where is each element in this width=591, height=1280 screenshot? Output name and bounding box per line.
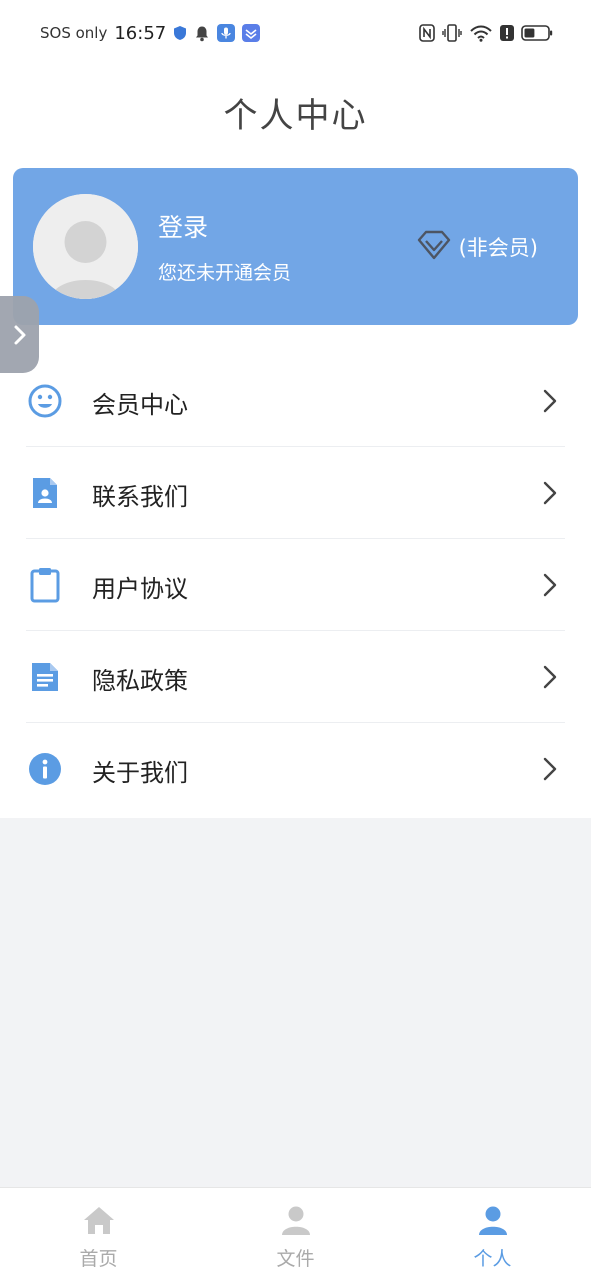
alert-icon: [500, 24, 514, 42]
tab-label: 首页: [79, 1248, 118, 1270]
vip-status-label: (非会员): [458, 236, 538, 260]
contact-card-icon: [28, 476, 62, 510]
nfc-icon: [419, 24, 435, 42]
status-bar-right: [419, 24, 553, 42]
menu-item-label: 关于我们: [92, 759, 188, 787]
smile-icon: [28, 384, 62, 418]
info-icon: [28, 752, 62, 786]
membership-status-text: 您还未开通会员: [158, 262, 292, 284]
tab-label: 文件: [276, 1248, 315, 1270]
chevron-right-icon: [543, 665, 557, 689]
avatar[interactable]: [33, 194, 138, 299]
menu-list: 会员中心 联系我们 用户协议 隐私政策 关于我们: [0, 355, 591, 815]
battery-icon: [521, 24, 553, 42]
app-notification-icon: [242, 24, 261, 42]
shield-icon: [173, 25, 187, 41]
page-header: 个人中心: [0, 66, 591, 158]
menu-item-label: 联系我们: [92, 483, 188, 511]
status-bar: SOS only 16:57: [0, 0, 591, 66]
tab-profile[interactable]: 个人: [394, 1188, 591, 1280]
login-link[interactable]: 登录: [158, 208, 208, 244]
carrier-text: SOS only: [40, 24, 108, 42]
tab-label: 个人: [473, 1248, 512, 1270]
vip-status[interactable]: (非会员): [417, 230, 538, 264]
menu-item-about-us[interactable]: 关于我们: [0, 723, 591, 815]
document-icon: [28, 660, 62, 694]
tab-home[interactable]: 首页: [0, 1188, 197, 1280]
clock-time: 16:57: [114, 22, 167, 44]
chevron-right-icon: [543, 389, 557, 413]
page-title: 个人中心: [223, 95, 368, 136]
menu-item-label: 隐私政策: [92, 667, 188, 695]
status-bar-left: SOS only 16:57: [40, 22, 261, 44]
microphone-app-icon: [217, 24, 236, 42]
person-icon: [478, 1206, 507, 1235]
wifi-icon: [469, 24, 493, 42]
default-avatar-icon: [33, 194, 138, 299]
home-icon: [83, 1207, 114, 1234]
chevron-right-icon: [543, 573, 557, 597]
person-icon: [281, 1206, 310, 1235]
menu-item-privacy-policy[interactable]: 隐私政策: [0, 631, 591, 723]
bottom-tab-bar: 首页 文件 个人: [0, 1187, 591, 1280]
menu-item-contact-us[interactable]: 联系我们: [0, 447, 591, 539]
menu-item-user-agreement[interactable]: 用户协议: [0, 539, 591, 631]
menu-item-member-center[interactable]: 会员中心: [0, 355, 591, 447]
tab-files[interactable]: 文件: [197, 1188, 394, 1280]
bell-icon: [194, 25, 210, 42]
diamond-icon: [417, 230, 451, 264]
chevron-right-icon: [543, 481, 557, 505]
menu-item-label: 会员中心: [92, 391, 188, 419]
vibrate-icon: [442, 24, 462, 42]
chevron-right-icon: [543, 757, 557, 781]
chevron-right-icon: [14, 325, 25, 344]
clipboard-icon: [28, 568, 62, 603]
profile-card[interactable]: 登录 您还未开通会员 (非会员): [13, 168, 578, 325]
menu-item-label: 用户协议: [92, 575, 188, 603]
